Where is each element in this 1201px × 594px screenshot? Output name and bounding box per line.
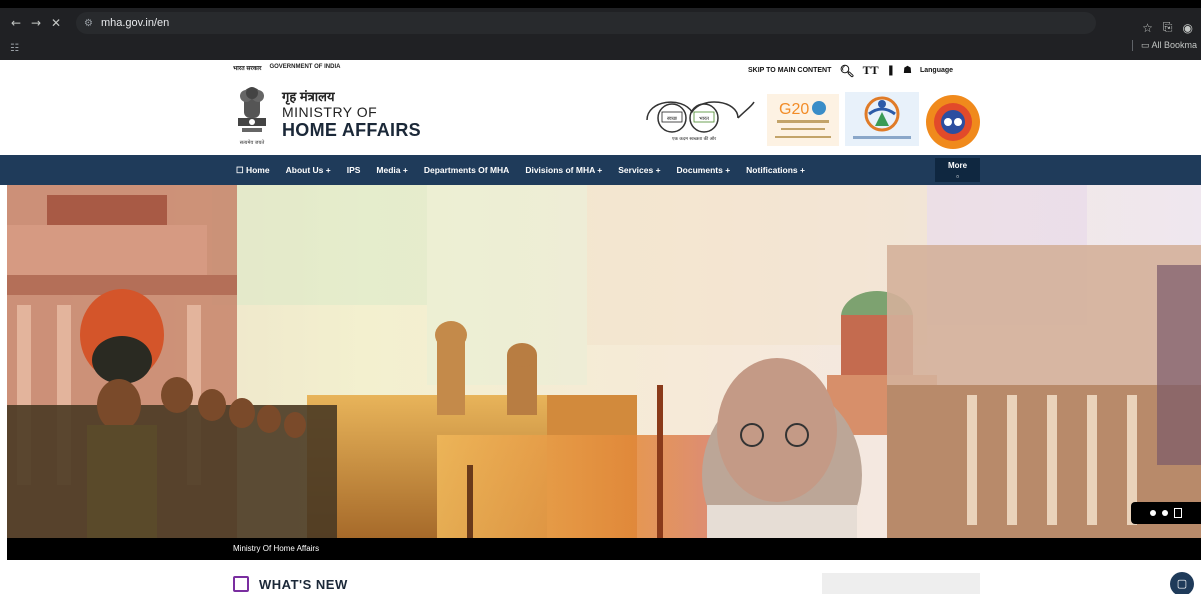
browser-chrome: ← → ✕ ⚙ mha.gov.in/en ☆ ⎘ ◉ ☷ ▭ All Book… (0, 0, 1201, 60)
url-text[interactable]: mha.gov.in/en (101, 17, 169, 29)
back-icon[interactable]: ← (6, 16, 26, 30)
whats-new-heading: WHAT'S NEW (233, 576, 348, 592)
skip-to-main-link[interactable]: SKIP TO MAIN CONTENT (748, 67, 831, 74)
nav-about-us[interactable]: About Us + (286, 165, 331, 175)
nav-notifications[interactable]: Notifications + (746, 165, 805, 175)
nav-documents[interactable]: Documents + (677, 165, 731, 175)
news-icon (233, 576, 249, 592)
bookmarks-bar: ☷ ▭ All Bookma (0, 38, 1201, 58)
hero-banner[interactable] (7, 185, 1201, 538)
swachh-right-text: भारत (699, 116, 709, 122)
nav-more-button[interactable]: More ▫ (935, 158, 980, 182)
whats-new-title: WHAT'S NEW (259, 576, 348, 592)
g20-logo[interactable]: G20 (767, 94, 839, 146)
title-hindi: गृह मंत्रालय (282, 89, 335, 104)
more-icon: ▫ (956, 172, 959, 181)
browser-actions: ☆ ⎘ ◉ (1142, 20, 1193, 35)
g20-emblem-icon: G20 (775, 101, 831, 138)
slider-controls (1131, 502, 1201, 524)
yoga-figure-icon (853, 96, 911, 139)
chat-icon[interactable]: ▢ (1170, 572, 1194, 594)
all-bookmarks-button[interactable]: ▭ All Bookma (1131, 40, 1197, 51)
nav-departments[interactable]: Departments Of MHA (424, 165, 509, 175)
main-navigation: ☐ Home About Us + IPS Media + Department… (0, 155, 1201, 185)
tab-strip (0, 0, 1201, 8)
language-selector[interactable]: Language (920, 67, 953, 74)
yoga-day-logo[interactable] (845, 92, 919, 146)
gov-hindi: भारत सरकार (233, 66, 262, 72)
title-home-affairs: HOME AFFAIRS (282, 120, 421, 140)
title-ministry: MINISTRY OF (282, 104, 378, 120)
nav-home[interactable]: ☐ Home (236, 165, 270, 176)
stop-icon[interactable]: ✕ (46, 16, 66, 30)
g20-text: G20 (779, 101, 809, 118)
color-contrast-icon[interactable]: ❚ (887, 65, 895, 76)
search-icon[interactable]: 🔍︎ (839, 64, 854, 78)
nav-ips[interactable]: IPS (347, 165, 361, 175)
gov-english: GOVERNMENT OF INDIA (269, 64, 341, 70)
all-bookmarks-label: All Bookma (1151, 40, 1197, 50)
accessibility-tools: SKIP TO MAIN CONTENT 🔍︎ TT ❚ ☗ Language (748, 63, 953, 78)
folder-icon: ▭ (1140, 40, 1152, 50)
nav-media[interactable]: Media + (376, 165, 407, 175)
site-header: सत्यमेव जयते गृह मंत्रालय MINISTRY OF HO… (0, 80, 1201, 155)
tune-icon[interactable]: ⚙ (84, 18, 93, 29)
swachh-left-text: स्वच्छ (667, 116, 678, 122)
government-strip: भारत सरकार GOVERNMENT OF INDIA SKIP TO M… (0, 60, 1201, 81)
address-bar[interactable]: ⚙ mha.gov.in/en (76, 12, 1096, 34)
nav-divisions[interactable]: Divisions of MHA + (525, 165, 602, 175)
swachh-tagline: एक कदम स्वच्छता की ओर (672, 135, 716, 142)
cyber-dost-logo[interactable] (924, 94, 982, 150)
hero-collage-image (7, 185, 1201, 538)
extensions-icon[interactable]: ⎘ (1163, 20, 1173, 35)
hero-caption: Ministry Of Home Affairs (233, 544, 320, 553)
nav-items: ☐ Home About Us + IPS Media + Department… (236, 155, 821, 185)
browser-window: ← → ✕ ⚙ mha.gov.in/en ☆ ⎘ ◉ ☷ ▭ All Book… (0, 0, 1201, 594)
slide-dot[interactable] (1150, 510, 1156, 516)
featured-thumbnail[interactable] (822, 573, 980, 594)
ministry-title[interactable]: गृह मंत्रालय MINISTRY OF HOME AFFAIRS (282, 89, 421, 141)
slide-dot[interactable] (1162, 510, 1168, 516)
nav-services[interactable]: Services + (618, 165, 660, 175)
government-label: भारत सरकार GOVERNMENT OF INDIA (233, 64, 340, 72)
emblem-caption: सत्यमेव जयते (240, 139, 265, 146)
pause-icon[interactable] (1174, 508, 1182, 518)
nav-more-label: More (947, 161, 968, 170)
text-size-icon[interactable]: TT (863, 63, 879, 78)
sitemap-icon[interactable]: ☗ (903, 65, 912, 76)
swachh-bharat-logo[interactable]: स्वच्छ भारत एक कदम स्वच्छता की ओर (642, 90, 757, 146)
forward-icon[interactable]: → (26, 16, 46, 30)
address-row: ← → ✕ ⚙ mha.gov.in/en ☆ ⎘ ◉ (0, 8, 1201, 38)
bookmark-star-icon[interactable]: ☆ (1142, 21, 1153, 35)
profile-icon[interactable]: ◉ (1183, 21, 1193, 35)
national-emblem-logo[interactable]: सत्यमेव जयते (234, 84, 270, 150)
web-page: भारत सरकार GOVERNMENT OF INDIA SKIP TO M… (0, 60, 1201, 594)
hero-caption-bar: Ministry Of Home Affairs (7, 538, 1201, 560)
apps-grid-icon[interactable]: ☷ (10, 43, 19, 54)
